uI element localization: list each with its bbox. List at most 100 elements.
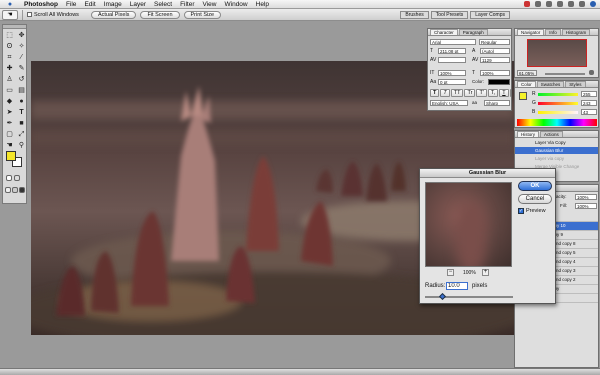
foreground-color-swatch[interactable] <box>6 151 16 161</box>
channel-b-slider[interactable] <box>538 111 578 114</box>
zoom-icon[interactable]: ⚲ <box>16 141 27 151</box>
history-brush-icon[interactable]: ↺ <box>16 75 27 85</box>
well-tab-tool-presets[interactable]: Tool Presets <box>430 10 469 19</box>
color-panel-swatch[interactable] <box>519 92 527 100</box>
text-color-swatch[interactable] <box>488 79 510 85</box>
tab-navigator[interactable]: Navigator <box>517 29 545 35</box>
font-style-select[interactable]: Regular <box>479 39 510 45</box>
well-tab-brushes[interactable]: Brushes <box>400 10 429 19</box>
opacity-field[interactable]: 100% <box>575 194 597 200</box>
type-icon[interactable]: T <box>16 108 27 118</box>
preview-checkbox[interactable]: ✓ <box>518 208 524 214</box>
tab-styles[interactable]: Styles <box>565 81 586 87</box>
subscript-button[interactable]: T, <box>487 89 499 97</box>
tab-histogram[interactable]: Histogram <box>561 29 591 35</box>
tab-paragraph[interactable]: Paragraph <box>458 29 488 35</box>
healing-icon[interactable]: ✚ <box>4 64 15 74</box>
blur-preview[interactable] <box>425 182 512 267</box>
channel-r-field[interactable]: 255 <box>581 91 597 97</box>
blur-icon[interactable]: ◆ <box>4 97 15 107</box>
scroll-all-windows-option[interactable]: Scroll All Windows <box>27 12 79 18</box>
superscript-button[interactable]: T' <box>476 89 487 97</box>
anti-alias-select[interactable]: Sharp <box>484 100 510 106</box>
slice-icon[interactable]: ⁄ <box>16 53 27 63</box>
radius-slider-thumb[interactable] <box>438 292 446 301</box>
scroll-all-windows-checkbox[interactable] <box>27 12 32 17</box>
tab-history[interactable]: History <box>517 131 540 137</box>
font-size-field[interactable]: 211.08 pt <box>438 48 466 54</box>
zoom-in-icon[interactable] <box>589 70 594 75</box>
history-item[interactable]: Gaussian Blur <box>515 147 598 154</box>
faux-italic-button[interactable]: T <box>440 89 450 97</box>
standard-mode-icon[interactable] <box>6 175 12 181</box>
preview-zoom-in-button[interactable]: + <box>482 269 489 276</box>
stamp-icon[interactable]: ♙ <box>4 75 15 85</box>
spotlight-icon[interactable] <box>590 1 596 7</box>
dodge-icon[interactable]: ● <box>16 97 27 107</box>
status-menu-icon[interactable] <box>535 1 541 7</box>
clock-icon[interactable] <box>568 1 574 7</box>
tool-preset-picker[interactable]: ☚ <box>2 9 18 20</box>
tracking-field[interactable]: 1129 <box>480 57 510 63</box>
menu-file[interactable]: File <box>62 1 80 8</box>
faux-bold-button[interactable]: T <box>430 89 440 97</box>
fit-screen-button[interactable]: Fit Screen <box>140 10 180 19</box>
status-menu-icon[interactable] <box>524 1 530 7</box>
gradient-icon[interactable]: ▤ <box>16 86 27 96</box>
actual-pixels-button[interactable]: Actual Pixels <box>90 10 137 19</box>
hand-icon[interactable]: ☚ <box>4 141 15 151</box>
fill-field[interactable]: 100% <box>575 203 597 209</box>
menu-window[interactable]: Window <box>221 1 252 8</box>
history-item[interactable]: Layer Via Copy <box>515 139 598 146</box>
language-select[interactable]: English: USA <box>430 100 468 106</box>
volume-icon[interactable] <box>546 1 552 7</box>
cancel-button[interactable]: Cancel <box>518 194 552 204</box>
screen-mode-full-menu-icon[interactable] <box>12 187 18 193</box>
navigator-thumbnail[interactable] <box>527 39 587 67</box>
magic-wand-icon[interactable]: ✧ <box>16 42 27 52</box>
apple-logo-icon[interactable]: ● <box>0 1 20 8</box>
kerning-field[interactable] <box>438 57 466 63</box>
crop-icon[interactable]: ⌗ <box>4 53 15 63</box>
menu-image[interactable]: Image <box>100 1 126 8</box>
underline-button[interactable]: T <box>499 89 509 97</box>
tab-character[interactable]: Character <box>430 29 458 35</box>
battery-icon[interactable] <box>557 1 563 7</box>
quick-mask-icon[interactable] <box>14 175 20 181</box>
strikethrough-button[interactable]: T <box>509 89 511 97</box>
tab-actions[interactable]: Actions <box>540 131 563 137</box>
screen-mode-standard-icon[interactable] <box>5 187 11 193</box>
preview-zoom-out-button[interactable]: − <box>447 269 454 276</box>
tab-color[interactable]: Color <box>517 81 536 87</box>
baseline-shift-field[interactable]: 0 pt <box>438 79 466 85</box>
horizontal-scale-field[interactable]: 100% <box>480 70 510 76</box>
channel-g-slider[interactable] <box>538 102 578 105</box>
pen-icon[interactable]: ✒ <box>4 119 15 129</box>
menu-view[interactable]: View <box>199 1 221 8</box>
eyedropper-icon[interactable]: ⤢ <box>16 130 27 140</box>
font-family-select[interactable]: Arial <box>430 39 476 45</box>
leading-field[interactable]: (Auto) <box>480 48 510 54</box>
navigator-zoom-slider[interactable] <box>545 73 585 75</box>
menu-edit[interactable]: Edit <box>80 1 99 8</box>
channel-g-field[interactable]: 243 <box>581 100 597 106</box>
tab-swatches[interactable]: Swatches <box>536 81 565 87</box>
menu-help[interactable]: Help <box>252 1 273 8</box>
channel-r-slider[interactable] <box>538 93 578 96</box>
channel-b-field[interactable]: 43 <box>581 109 597 115</box>
lasso-icon[interactable]: ʘ <box>4 42 15 52</box>
menu-layer[interactable]: Layer <box>126 1 150 8</box>
navigator-zoom-field[interactable]: 61.05% <box>517 70 537 76</box>
color-spectrum-ramp[interactable] <box>517 119 597 126</box>
all-caps-button[interactable]: TT <box>450 89 464 97</box>
path-select-icon[interactable]: ➤ <box>4 108 15 118</box>
brush-icon[interactable]: ✎ <box>16 64 27 74</box>
vertical-scale-field[interactable]: 100% <box>438 70 466 76</box>
radius-field[interactable]: 10.0 <box>446 282 468 290</box>
well-tab-layer-comps[interactable]: Layer Comps <box>470 10 510 19</box>
move-icon[interactable]: ✥ <box>16 31 27 41</box>
marquee-icon[interactable]: ⬚ <box>4 31 15 41</box>
menu-select[interactable]: Select <box>150 1 176 8</box>
eraser-icon[interactable]: ▭ <box>4 86 15 96</box>
menu-filter[interactable]: Filter <box>176 1 198 8</box>
